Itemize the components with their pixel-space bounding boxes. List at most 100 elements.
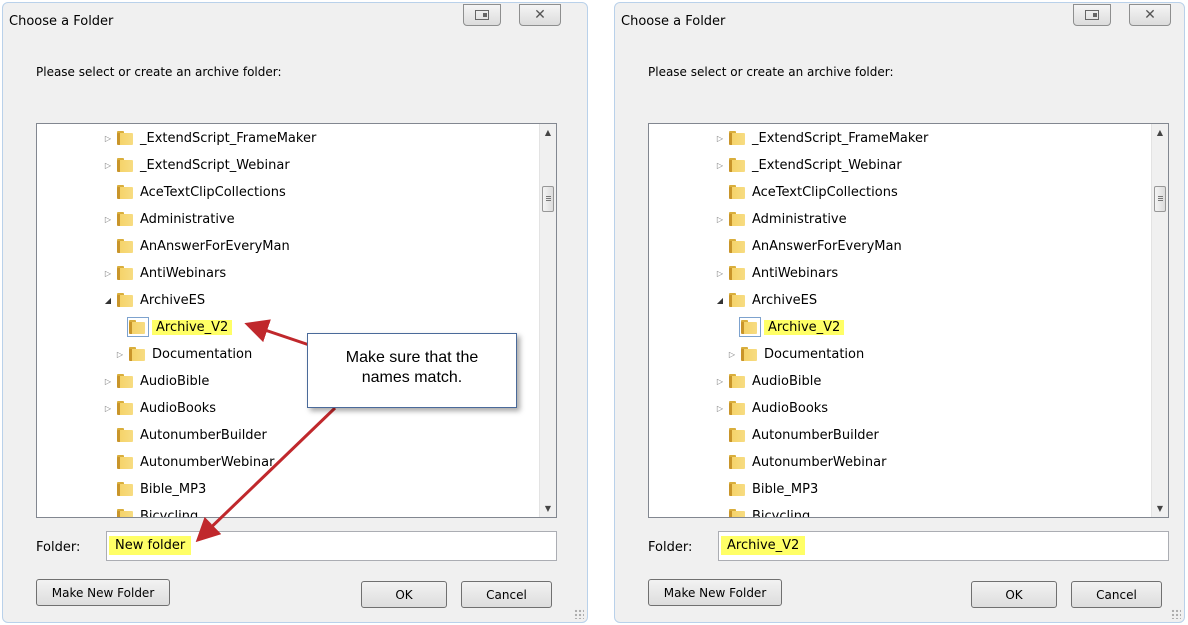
tree-item[interactable]: ▷ AudioBooks	[103, 398, 216, 418]
folder-icon	[729, 292, 747, 308]
tree-item[interactable]: ▷ AudioBible	[103, 371, 209, 391]
folder-tree[interactable]: Bicycling Bible_MP3 AutonumberWebinar Auton…	[36, 123, 557, 518]
tree-item[interactable]: Bicycling	[103, 506, 199, 518]
title-bar: Choose a Folder ✕	[3, 3, 587, 33]
tree-item[interactable]: ▷ AudioBooks	[715, 398, 828, 418]
tree-item[interactable]: ▷ Administrative	[715, 209, 847, 229]
ok-button[interactable]: OK	[361, 581, 447, 608]
collapse-icon[interactable]: ◢	[103, 296, 113, 305]
make-new-folder-button[interactable]: Make New Folder	[36, 579, 170, 606]
tree-item[interactable]: AutonumberWebinar	[715, 452, 886, 472]
tree-item[interactable]: ▷ _ExtendScript_Webinar	[715, 155, 902, 175]
tree-item[interactable]: ▷ Documentation	[115, 344, 252, 364]
tree-item[interactable]: Bible_MP3	[103, 479, 206, 499]
folder-icon	[729, 157, 747, 173]
tree-item[interactable]: AnAnswerForEveryMan	[103, 236, 290, 256]
folder-icon	[117, 427, 135, 443]
tree-item[interactable]: ◢ ArchiveES	[103, 290, 205, 310]
help-button[interactable]	[1073, 4, 1111, 26]
tree-item[interactable]: AutonumberWebinar	[103, 452, 274, 472]
folder-tree[interactable]: Bicycling Bible_MP3 AutonumberWebinar Auton…	[648, 123, 1169, 518]
title-bar: Choose a Folder ✕	[615, 3, 1184, 33]
expand-icon[interactable]: ▷	[103, 404, 113, 413]
expand-icon[interactable]: ▷	[715, 377, 725, 386]
close-button[interactable]: ✕	[1129, 4, 1171, 26]
tree-item[interactable]: ▷ _ExtendScript_FrameMaker	[103, 128, 316, 148]
tree-item[interactable]: AutonumberBuilder	[103, 425, 267, 445]
tree-item[interactable]: ▷ AntiWebinars	[715, 263, 838, 283]
tree-item[interactable]: ▷ AntiWebinars	[103, 263, 226, 283]
tree-item-label: AntiWebinars	[140, 265, 227, 281]
folder-name-value: Archive_V2	[721, 536, 806, 555]
expand-icon[interactable]: ▷	[715, 215, 725, 224]
tree-item[interactable]: ▷ _ExtendScript_FrameMaker	[715, 128, 928, 148]
make-new-folder-button[interactable]: Make New Folder	[648, 579, 782, 606]
tree-item-label: AntiWebinars	[752, 265, 839, 281]
expand-icon[interactable]: ▷	[103, 269, 113, 278]
expand-icon[interactable]: ▷	[103, 161, 113, 170]
expand-icon[interactable]: ▷	[103, 215, 113, 224]
folder-icon	[117, 211, 135, 227]
close-button[interactable]: ✕	[519, 4, 561, 26]
close-icon: ✕	[1144, 7, 1156, 23]
tree-item-label: _ExtendScript_Webinar	[140, 157, 290, 173]
tree-item[interactable]: ◢ ArchiveES	[715, 290, 817, 310]
tree-item[interactable]: AceTextClipCollections	[103, 182, 286, 202]
folder-icon	[117, 184, 135, 200]
tree-item[interactable]: Bicycling	[715, 506, 811, 518]
tree-item-label: Bible_MP3	[140, 481, 207, 497]
tree-item[interactable]: ▷ Documentation	[727, 344, 864, 364]
resize-grip[interactable]	[574, 609, 584, 619]
expand-icon[interactable]: ▷	[715, 161, 725, 170]
tree-item[interactable]: AceTextClipCollections	[715, 182, 898, 202]
folder-icon	[117, 130, 135, 146]
folder-icon	[117, 481, 135, 497]
tree-item[interactable]: ▷ Administrative	[103, 209, 235, 229]
folder-icon	[729, 373, 747, 389]
tree-item[interactable]: AutonumberBuilder	[715, 425, 879, 445]
tree-item-label: Bicycling	[752, 508, 811, 518]
folder-name-input[interactable]: Archive_V2	[718, 531, 1169, 561]
expand-icon[interactable]: ▷	[715, 269, 725, 278]
scroll-thumb[interactable]	[1154, 186, 1166, 212]
tree-item-label: Documentation	[152, 346, 253, 362]
expand-icon[interactable]: ▷	[715, 134, 725, 143]
folder-icon	[117, 508, 135, 517]
tree-item-label: AutonumberWebinar	[140, 454, 275, 470]
dialog-title: Choose a Folder	[9, 14, 114, 29]
scroll-down-icon[interactable]: ▼	[1152, 500, 1168, 517]
tree-item-label: AudioBible	[752, 373, 822, 389]
tree-scrollbar[interactable]: ▲ ▼	[539, 124, 556, 517]
tree-item[interactable]: Archive_V2	[727, 317, 845, 337]
cancel-button[interactable]: Cancel	[461, 581, 552, 608]
tree-item[interactable]: Archive_V2	[115, 317, 233, 337]
context-help-icon	[1085, 10, 1099, 20]
scroll-up-icon[interactable]: ▲	[1152, 124, 1168, 141]
tree-item-label: Bicycling	[140, 508, 199, 518]
folder-icon	[729, 481, 747, 497]
callout-note: Make sure that the names match.	[307, 333, 517, 408]
expand-icon[interactable]: ▷	[103, 134, 113, 143]
tree-item[interactable]: AnAnswerForEveryMan	[715, 236, 902, 256]
expand-icon[interactable]: ▷	[115, 350, 125, 359]
ok-button[interactable]: OK	[971, 581, 1057, 608]
folder-name-input[interactable]: New folder	[106, 531, 557, 561]
folder-name-value: New folder	[109, 536, 192, 555]
resize-grip[interactable]	[1171, 609, 1181, 619]
callout-line-2: names match.	[361, 369, 463, 386]
expand-icon[interactable]: ▷	[727, 350, 737, 359]
collapse-icon[interactable]: ◢	[715, 296, 725, 305]
tree-scrollbar[interactable]: ▲ ▼	[1151, 124, 1168, 517]
expand-icon[interactable]: ▷	[103, 377, 113, 386]
tree-item[interactable]: ▷ _ExtendScript_Webinar	[103, 155, 290, 175]
cancel-button[interactable]: Cancel	[1071, 581, 1162, 608]
scroll-up-icon[interactable]: ▲	[540, 124, 556, 141]
tree-item[interactable]: ▷ AudioBible	[715, 371, 821, 391]
scroll-thumb[interactable]	[542, 186, 554, 212]
expand-icon[interactable]: ▷	[715, 404, 725, 413]
scroll-down-icon[interactable]: ▼	[540, 500, 556, 517]
folder-icon	[729, 265, 747, 281]
help-button[interactable]	[463, 4, 501, 26]
tree-item-label: _ExtendScript_FrameMaker	[140, 130, 317, 146]
tree-item[interactable]: Bible_MP3	[715, 479, 818, 499]
